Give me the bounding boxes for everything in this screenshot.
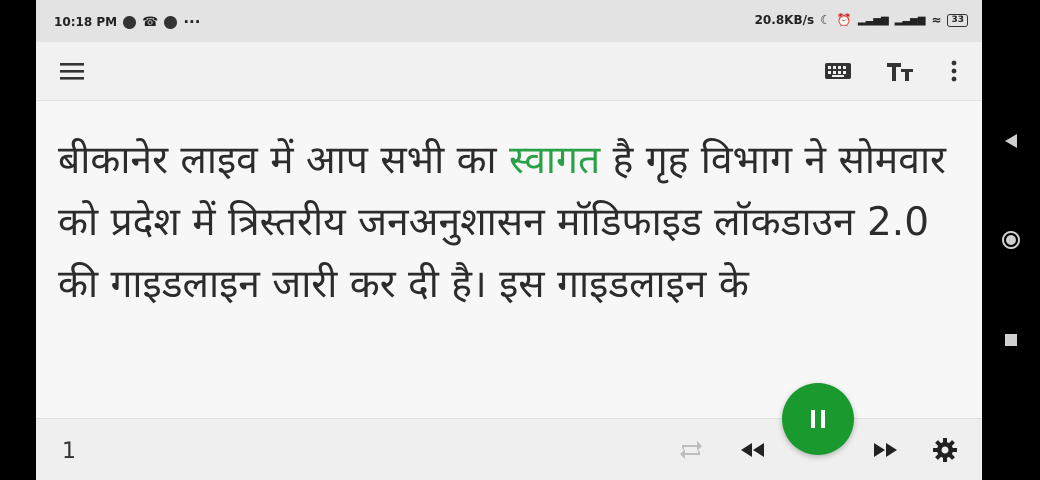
wifi-icon: ≈	[931, 13, 942, 27]
signal-icon-2: ▂▃▅▆	[894, 14, 926, 26]
reader-text: बीकानेर लाइव में आप सभी का स्वागत है गृह…	[36, 100, 958, 316]
app-screen: 10:18 PM ☎ ··· 20.8KB/s ☾ ⏰ ▂▃▅▆ ▂▃▅▆ ≈ …	[36, 0, 982, 480]
reader-content[interactable]: बीकानेर लाइव में आप सभी का स्वागत है गृह…	[36, 100, 982, 418]
fast-forward-icon[interactable]	[870, 433, 902, 467]
status-right: 20.8KB/s ☾ ⏰ ▂▃▅▆ ▂▃▅▆ ≈ 33	[755, 13, 968, 27]
call-icon: ☎	[142, 14, 159, 30]
menu-icon[interactable]	[54, 54, 90, 88]
status-time: 10:18 PM	[54, 15, 118, 29]
network-speed: 20.8KB/s	[754, 13, 815, 27]
recents-square-icon[interactable]	[1000, 329, 1022, 351]
keyboard-icon[interactable]	[820, 54, 856, 88]
status-bar: 10:18 PM ☎ ··· 20.8KB/s ☾ ⏰ ▂▃▅▆ ▂▃▅▆ ≈ …	[36, 0, 982, 42]
repeat-icon[interactable]	[676, 433, 706, 467]
home-circle-icon[interactable]	[1000, 229, 1022, 251]
pause-icon	[811, 410, 825, 428]
alarm-icon: ⏰	[836, 13, 852, 27]
status-more: ···	[183, 13, 201, 31]
settings-gear-icon[interactable]	[928, 433, 962, 467]
text-size-icon[interactable]	[882, 54, 918, 88]
notification-icon	[123, 15, 137, 29]
text-before-highlight: बीकानेर लाइव में आप सभी का	[58, 138, 510, 183]
rewind-icon[interactable]	[736, 433, 768, 467]
app-toolbar	[36, 42, 982, 101]
moon-icon: ☾	[820, 13, 831, 27]
more-vert-icon[interactable]	[936, 54, 972, 88]
whatsapp-icon	[164, 15, 178, 29]
page-number: 1	[62, 439, 76, 464]
pause-button[interactable]	[782, 383, 854, 455]
back-triangle-icon[interactable]	[1000, 130, 1022, 152]
highlighted-word: स्वागत	[509, 138, 601, 183]
status-left: 10:18 PM ☎ ···	[54, 13, 200, 31]
battery-icon: 33	[947, 13, 968, 27]
signal-icon: ▂▃▅▆	[857, 14, 889, 26]
